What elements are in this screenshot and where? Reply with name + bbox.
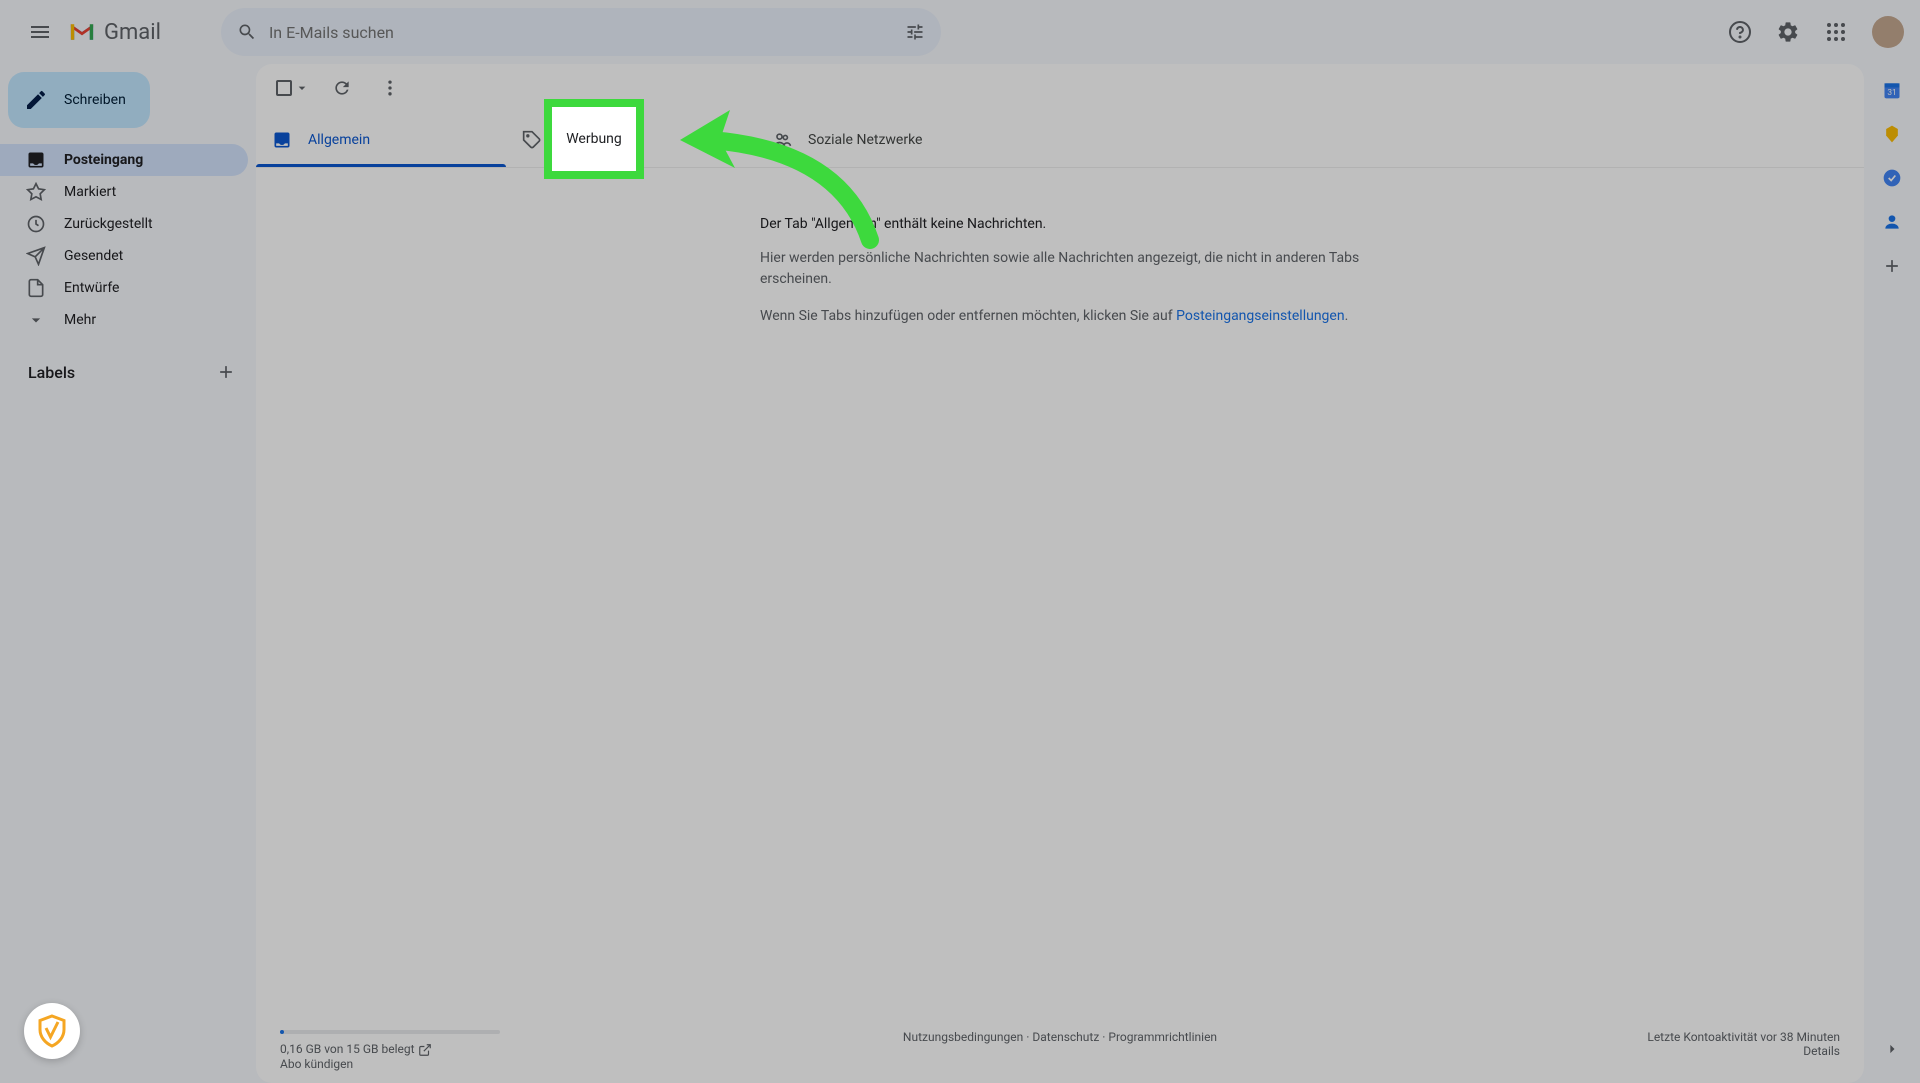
main-menu-button[interactable] <box>16 8 64 56</box>
plus-icon[interactable] <box>216 362 236 382</box>
help-icon <box>1728 20 1752 44</box>
search-bar[interactable] <box>221 8 941 56</box>
star-icon <box>26 182 46 202</box>
side-panel: 31 <box>1864 64 1920 1083</box>
nav-label: Entwürfe <box>64 280 119 296</box>
cancel-subscription-link[interactable]: Abo kündigen <box>280 1057 800 1071</box>
sidebar-item-snoozed[interactable]: Zurückgestellt <box>0 208 248 240</box>
settings-button[interactable] <box>1768 12 1808 52</box>
storage-text: 0,16 GB von 15 GB belegt <box>280 1042 415 1056</box>
highlight-label: Werbung <box>566 131 622 147</box>
gmail-logo-area[interactable]: Gmail <box>68 20 161 45</box>
app-header: Gmail <box>0 0 1920 64</box>
shield-icon <box>34 1013 70 1049</box>
hint-period: . <box>1345 308 1349 324</box>
nav-label: Markiert <box>64 184 116 200</box>
sidebar-item-sent[interactable]: Gesendet <box>0 240 248 272</box>
account-avatar[interactable] <box>1872 16 1904 48</box>
select-all-checkbox[interactable] <box>272 76 314 100</box>
apps-button[interactable] <box>1816 12 1856 52</box>
policies-link[interactable]: Programmrichtlinien <box>1108 1030 1217 1044</box>
header-actions <box>1720 12 1904 52</box>
mail-toolbar <box>256 64 1864 112</box>
tag-icon <box>522 130 542 150</box>
apps-icon <box>1824 20 1848 44</box>
calendar-icon[interactable]: 31 <box>1882 80 1902 100</box>
dropdown-arrow-icon <box>294 80 310 96</box>
nav-label: Posteingang <box>64 152 143 168</box>
add-addon-icon[interactable] <box>1882 256 1902 276</box>
storage-fill <box>280 1030 284 1034</box>
nav-label: Zurückgestellt <box>64 216 153 232</box>
nav-label: Mehr <box>64 312 96 328</box>
search-input[interactable] <box>269 23 905 42</box>
main-container: Schreiben Posteingang Markiert Zurückges… <box>0 64 1920 1083</box>
activity-info: Letzte Kontoaktivität vor 38 Minuten Det… <box>1320 1030 1840 1071</box>
inbox-icon <box>272 130 292 150</box>
tab-label: Allgemein <box>308 132 370 148</box>
last-activity-text: Letzte Kontoaktivität vor 38 Minuten <box>1320 1030 1840 1044</box>
refresh-icon <box>332 78 352 98</box>
open-external-icon[interactable] <box>418 1043 432 1057</box>
nav-label: Gesendet <box>64 248 123 264</box>
sidebar-item-starred[interactable]: Markiert <box>0 176 248 208</box>
gmail-text: Gmail <box>104 20 161 45</box>
content-footer: 0,16 GB von 15 GB belegt Abo kündigen Nu… <box>256 1018 1864 1083</box>
more-vert-icon <box>380 78 400 98</box>
gear-icon <box>1776 20 1800 44</box>
tutorial-arrow <box>660 90 900 250</box>
empty-description: Hier werden persönliche Nachrichten sowi… <box>760 248 1360 290</box>
send-icon <box>26 246 46 266</box>
tasks-icon[interactable] <box>1882 168 1902 188</box>
svg-text:31: 31 <box>1887 88 1896 98</box>
sidebar-item-inbox[interactable]: Posteingang <box>0 144 248 176</box>
draft-icon <box>26 278 46 298</box>
sidebar: Schreiben Posteingang Markiert Zurückges… <box>0 64 256 1083</box>
storage-info: 0,16 GB von 15 GB belegt Abo kündigen <box>280 1030 800 1071</box>
details-link[interactable]: Details <box>1320 1044 1840 1058</box>
tutorial-highlight: Werbung <box>544 99 644 179</box>
compose-button[interactable]: Schreiben <box>8 72 150 128</box>
extension-badge[interactable] <box>24 1003 80 1059</box>
tune-icon[interactable] <box>905 22 925 42</box>
inbox-icon <box>26 150 46 170</box>
hamburger-icon <box>28 20 52 44</box>
keep-icon[interactable] <box>1882 124 1902 144</box>
more-button[interactable] <box>370 68 410 108</box>
search-icon <box>237 22 257 42</box>
inbox-settings-link[interactable]: Posteingangseinstellungen <box>1176 308 1344 324</box>
category-tabs: Allgemein Werbung Soziale Netzwerke <box>256 112 1864 168</box>
labels-header: Labels <box>8 352 248 392</box>
checkbox-icon <box>276 80 292 96</box>
hint-text: Wenn Sie Tabs hinzufügen oder entfernen … <box>760 308 1176 324</box>
tab-primary[interactable]: Allgemein <box>256 112 506 167</box>
labels-title: Labels <box>28 363 75 382</box>
compose-label: Schreiben <box>64 92 126 108</box>
storage-bar <box>280 1030 500 1034</box>
chevron-down-icon <box>26 310 46 330</box>
contacts-icon[interactable] <box>1882 212 1902 232</box>
pencil-icon <box>24 88 48 112</box>
refresh-button[interactable] <box>322 68 362 108</box>
clock-icon <box>26 214 46 234</box>
sidebar-item-drafts[interactable]: Entwürfe <box>0 272 248 304</box>
sidebar-item-more[interactable]: Mehr <box>0 304 248 336</box>
panel-expand-icon[interactable] <box>1882 1039 1902 1059</box>
content-area: Allgemein Werbung Soziale Netzwerke Der … <box>256 64 1864 1083</box>
privacy-link[interactable]: Datenschutz <box>1032 1030 1099 1044</box>
terms-link[interactable]: Nutzungsbedingungen <box>903 1030 1023 1044</box>
footer-links: Nutzungsbedingungen · Datenschutz · Prog… <box>800 1030 1320 1071</box>
gmail-logo-icon <box>68 22 96 42</box>
empty-hint: Wenn Sie Tabs hinzufügen oder entfernen … <box>760 306 1360 327</box>
help-button[interactable] <box>1720 12 1760 52</box>
